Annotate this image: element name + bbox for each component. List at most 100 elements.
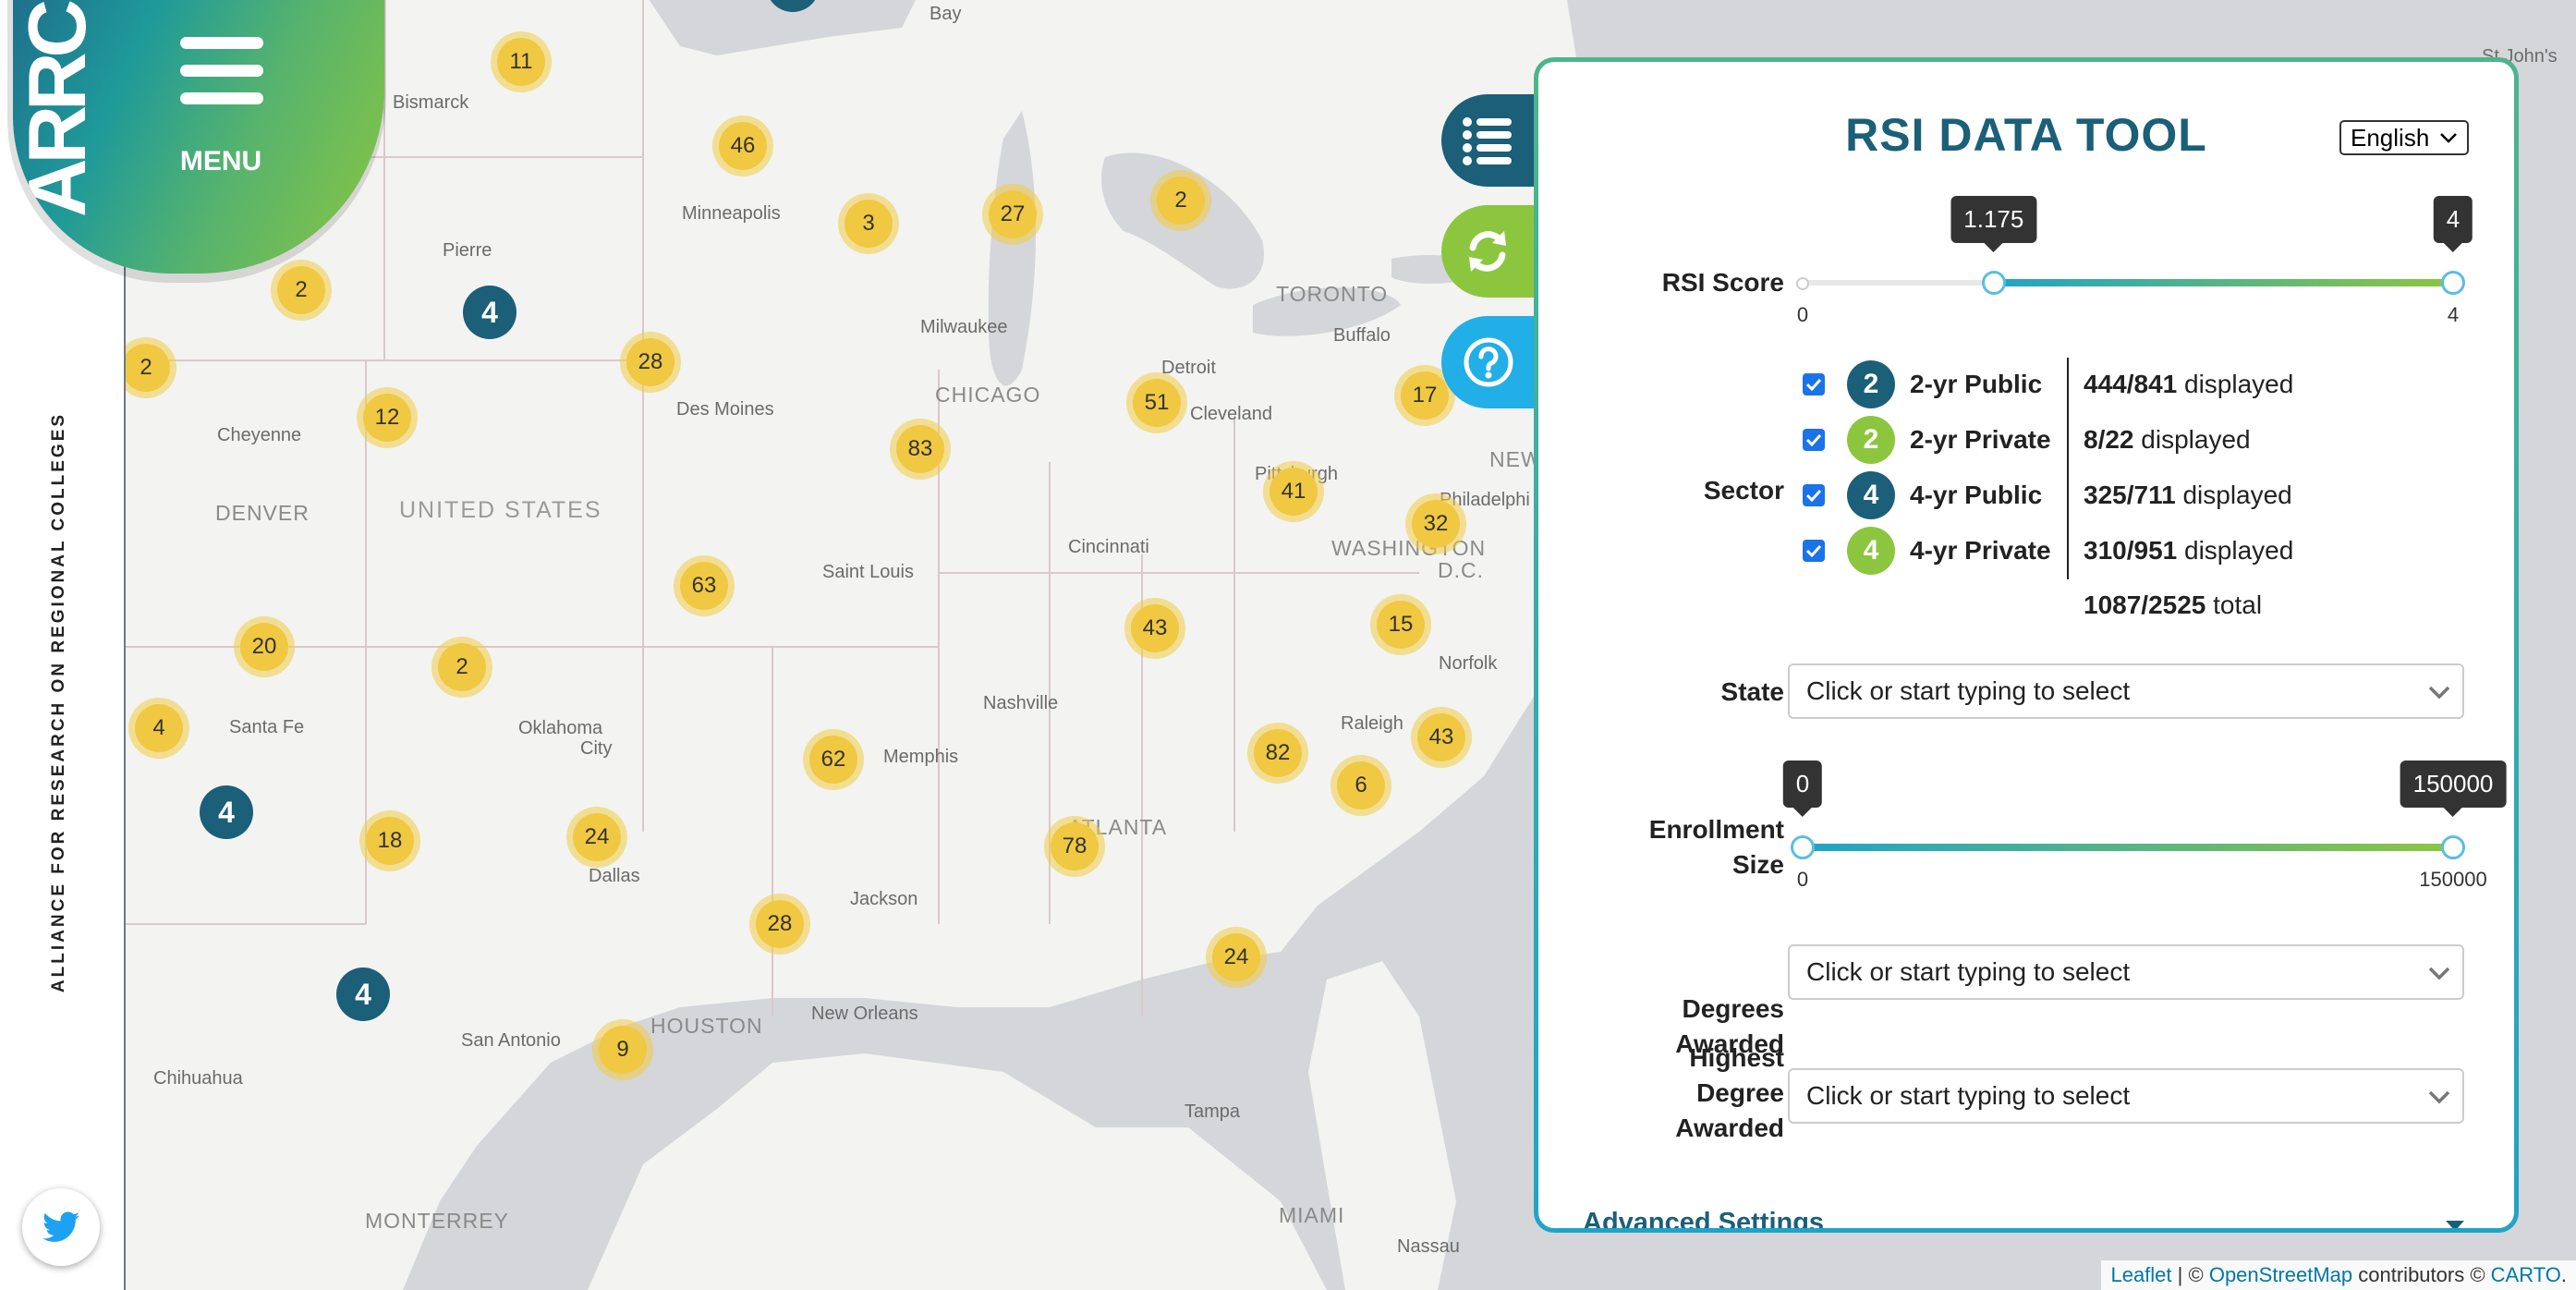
map-cluster[interactable]: 3 <box>838 193 899 254</box>
map-cluster[interactable]: 27 <box>982 184 1043 245</box>
map-label: Nashville <box>983 693 1059 713</box>
question-icon <box>1464 337 1513 387</box>
map-cluster[interactable]: 15 <box>1370 594 1431 655</box>
sector-name: 2-yr Private <box>1910 425 2051 454</box>
enrollment-size-label: Enrollment Size <box>1648 815 1784 879</box>
map-label: UNITED STATES <box>399 497 602 523</box>
twitter-button[interactable] <box>22 1188 100 1266</box>
enrollment-tick-max: 150000 <box>2419 868 2487 891</box>
enrollment-size-slider[interactable]: 0 150000 0 150000 <box>1782 761 2507 891</box>
degrees-awarded-select[interactable]: Click or start typing to select <box>1788 944 2464 1000</box>
highest-degree-select[interactable]: Click or start typing to select <box>1788 1068 2464 1124</box>
sector-divider <box>2067 358 2069 579</box>
twitter-icon <box>43 1211 79 1242</box>
map-cluster[interactable]: 11 <box>491 31 552 92</box>
map-cluster[interactable]: 51 <box>1126 372 1187 433</box>
sector-badge: 2 <box>1847 360 1895 408</box>
map-marker[interactable]: 4 <box>200 785 253 839</box>
map-cluster[interactable]: 2 <box>431 637 492 698</box>
map-cluster[interactable]: 24 <box>1206 927 1267 988</box>
map-label: CHICAGO <box>935 383 1041 407</box>
check-icon <box>1805 433 1822 446</box>
state-select[interactable]: Click or start typing to select <box>1788 663 2464 719</box>
list-view-button[interactable] <box>1441 94 1543 187</box>
map-label: Cincinnati <box>1068 537 1149 557</box>
map-cluster[interactable]: 12 <box>357 387 418 448</box>
openstreetmap-link[interactable]: OpenStreetMap <box>2209 1263 2352 1286</box>
map-label: Chihuahua <box>153 1068 243 1089</box>
sector-count: 325/711 displayed <box>2084 481 2292 509</box>
map-cluster[interactable]: 32 <box>1405 493 1466 554</box>
rsi-score-slider[interactable]: 1.175 4 0 4 <box>1796 196 2473 326</box>
map-cluster[interactable]: 6 <box>1331 755 1391 816</box>
rsi-score-label: RSI Score <box>1661 268 1784 297</box>
map-cluster[interactable]: 46 <box>712 116 773 176</box>
map-marker[interactable]: 4 <box>463 286 516 339</box>
sector-row-4yr-public: 4 4-yr Public <box>1803 471 2043 519</box>
enrollment-high-tooltip: 150000 <box>2400 761 2507 817</box>
slider-range-fill <box>1993 279 2453 286</box>
sector-name: 2-yr Public <box>1910 370 2043 398</box>
map-cluster[interactable]: 28 <box>749 894 810 955</box>
chevron-down-icon <box>2428 1090 2450 1104</box>
sector-checkbox[interactable] <box>1803 540 1825 562</box>
enrollment-high-handle[interactable] <box>2441 835 2465 859</box>
rsi-tick-max: 4 <box>2447 303 2460 326</box>
map-cluster[interactable]: 2 <box>271 260 332 321</box>
chevron-down-icon <box>2440 133 2457 143</box>
rsi-high-tooltip: 4 <box>2433 196 2473 252</box>
map-cluster[interactable]: 2 <box>1150 170 1211 231</box>
map-cluster[interactable]: 78 <box>1044 816 1105 877</box>
map-marker[interactable]: 4 <box>336 968 390 1021</box>
map-label: San Antonio <box>461 1030 561 1051</box>
map-cluster[interactable]: 24 <box>566 807 627 868</box>
map-label: Cleveland <box>1190 404 1272 424</box>
refresh-button[interactable] <box>1441 205 1543 298</box>
rsi-high-handle[interactable] <box>2441 271 2465 295</box>
map-label: TORONTO <box>1276 282 1389 306</box>
map-cluster[interactable]: 20 <box>234 616 295 677</box>
enrollment-low-handle[interactable] <box>1791 835 1815 859</box>
sector-checkbox[interactable] <box>1803 484 1825 506</box>
map-label: D.C. <box>1438 558 1484 582</box>
check-icon <box>1805 378 1822 391</box>
sector-checkbox[interactable] <box>1803 429 1825 451</box>
map-label: Santa Fe <box>229 717 305 737</box>
map-cluster[interactable]: 4 <box>128 698 189 759</box>
map-cluster[interactable]: 43 <box>1411 707 1472 768</box>
map-cluster[interactable]: 62 <box>803 729 864 790</box>
leaflet-link[interactable]: Leaflet <box>2110 1263 2171 1286</box>
map-cluster[interactable]: 43 <box>1124 598 1185 659</box>
sector-count: 8/22 displayed <box>2084 425 2251 454</box>
enrollment-low-tooltip: 0 <box>1782 761 1823 817</box>
sector-row-4yr-private: 4 4-yr Private <box>1803 527 2051 575</box>
map-cluster[interactable]: 41 <box>1263 461 1324 522</box>
advanced-settings-toggle[interactable]: Advanced Settings <box>1583 1208 1824 1228</box>
map-cluster[interactable]: 18 <box>359 810 420 871</box>
lake-michigan <box>988 111 1036 386</box>
rsi-low-handle[interactable] <box>1981 271 2006 295</box>
sector-name: 4-yr Public <box>1910 481 2043 509</box>
map-label: Norfolk <box>1439 653 1498 674</box>
map-label: Jackson <box>850 889 918 909</box>
map-label: Buffalo <box>1333 325 1391 346</box>
map-label: Des Moines <box>676 399 774 420</box>
map-cluster[interactable]: 9 <box>592 1019 653 1080</box>
map-cluster[interactable]: 63 <box>674 555 735 616</box>
map-label: Memphis <box>883 747 959 767</box>
map-cluster[interactable]: 82 <box>1247 723 1308 784</box>
map-label: Oklahoma <box>518 718 603 738</box>
map-label: Bismarck <box>393 92 469 113</box>
sector-checkbox[interactable] <box>1803 373 1825 396</box>
map-label: Milwaukee <box>920 317 1008 337</box>
map-cluster[interactable]: 28 <box>620 332 681 393</box>
highest-degree-label: Highest Degree Awarded <box>1675 1043 1784 1142</box>
language-select[interactable]: English <box>2339 120 2469 155</box>
check-icon <box>1805 544 1822 557</box>
map-cluster[interactable]: 83 <box>890 419 951 480</box>
help-button[interactable] <box>1441 316 1543 408</box>
carto-link[interactable]: CARTO <box>2491 1263 2561 1286</box>
menu-button[interactable]: MENU <box>165 28 276 185</box>
map-label: DENVER <box>215 501 310 525</box>
caret-down-icon[interactable] <box>2446 1221 2464 1228</box>
